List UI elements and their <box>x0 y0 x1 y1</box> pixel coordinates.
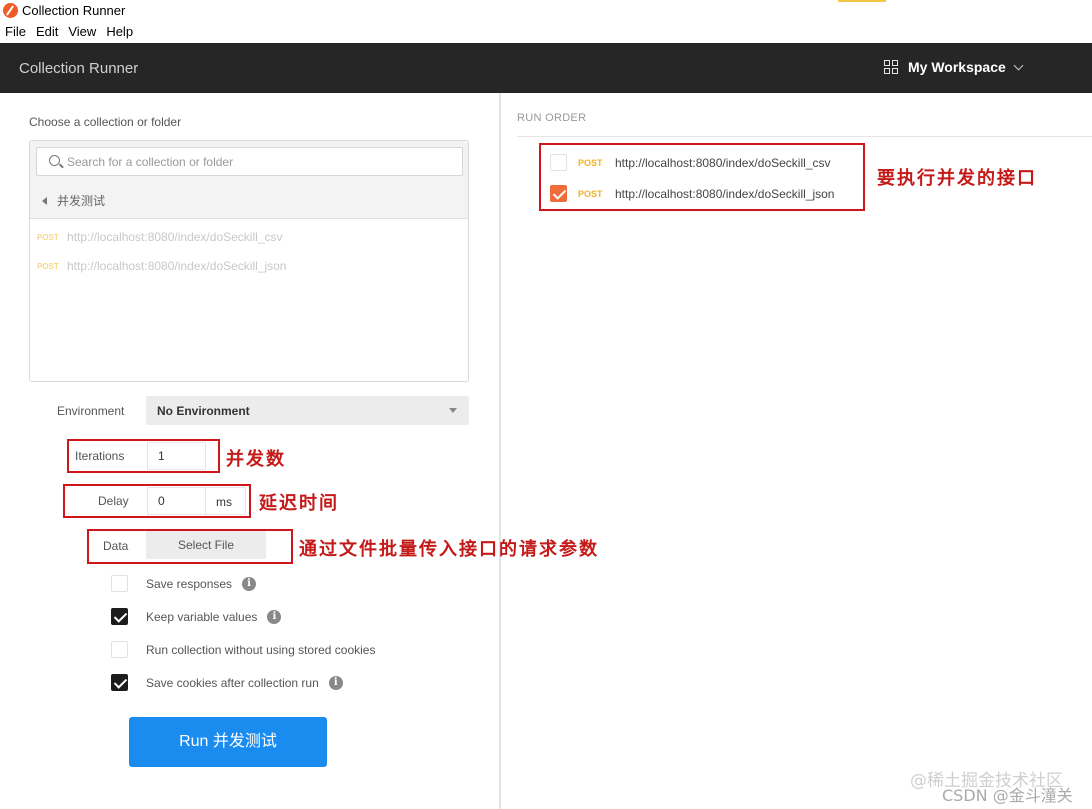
collection-search-input[interactable] <box>67 148 447 175</box>
checkbox-label: Run collection without using stored cook… <box>146 642 376 657</box>
menu-bar: File Edit View Help <box>0 24 138 42</box>
workspace-switcher[interactable]: My Workspace <box>884 59 1024 75</box>
menu-view[interactable]: View <box>68 24 96 42</box>
save-cookies-option: Save cookies after collection run i <box>111 674 343 691</box>
checkbox-label: Save cookies after collection run <box>146 675 319 690</box>
run-order-heading: RUN ORDER <box>517 112 587 124</box>
request-url: http://localhost:8080/index/doSeckill_js… <box>67 259 287 273</box>
caret-down-icon <box>449 408 457 413</box>
choose-collection-label: Choose a collection or folder <box>29 115 182 129</box>
data-highlight <box>87 529 293 564</box>
no-stored-cookies-checkbox[interactable] <box>111 641 128 658</box>
window-title: Collection Runner <box>22 3 126 18</box>
environment-label: Environment <box>57 404 125 418</box>
no-stored-cookies-option: Run collection without using stored cook… <box>111 641 375 658</box>
collection-picker-header: 并发测试 <box>30 141 468 219</box>
save-responses-option: Save responses i <box>111 575 257 592</box>
delay-highlight <box>63 484 251 518</box>
collection-search[interactable] <box>36 147 463 176</box>
request-item[interactable]: POST http://localhost:8080/index/doSecki… <box>37 259 286 273</box>
info-icon[interactable]: i <box>328 675 343 690</box>
request-item[interactable]: POST http://localhost:8080/index/doSecki… <box>37 230 282 244</box>
annotation-data: 通过文件批量传入接口的请求参数 <box>299 539 599 560</box>
app-header: Collection Runner My Workspace <box>0 43 1092 93</box>
iterations-highlight <box>67 439 220 473</box>
checkbox-label: Keep variable values <box>146 609 258 624</box>
caret-left-icon <box>42 196 47 205</box>
request-method: POST <box>37 261 59 271</box>
workspace-name: My Workspace <box>908 59 1006 75</box>
request-url: http://localhost:8080/index/doSeckill_cs… <box>67 230 283 244</box>
window-titlebar: Collection Runner <box>0 0 1092 22</box>
environment-value: No Environment <box>157 404 250 418</box>
run-order-highlight <box>539 143 865 211</box>
annotation-iterations: 并发数 <box>226 449 286 470</box>
collection-picker: 并发测试 POST http://localhost:8080/index/do… <box>29 140 469 382</box>
workspace-grid-icon <box>884 60 898 74</box>
info-icon[interactable]: i <box>242 576 257 591</box>
environment-select[interactable]: No Environment <box>146 396 469 425</box>
menu-help[interactable]: Help <box>106 24 133 42</box>
divider <box>517 136 1092 137</box>
postman-logo-icon <box>3 3 18 18</box>
annotation-run-order: 要执行并发的接口 <box>877 168 1037 189</box>
request-method: POST <box>37 232 59 242</box>
menu-edit[interactable]: Edit <box>36 24 58 42</box>
info-icon[interactable]: i <box>267 609 282 624</box>
keep-variable-values-checkbox[interactable] <box>111 608 128 625</box>
chevron-down-icon <box>1013 60 1024 70</box>
titlebar-accent <box>838 0 886 2</box>
menu-file[interactable]: File <box>5 24 26 42</box>
save-cookies-checkbox[interactable] <box>111 674 128 691</box>
folder-back-button[interactable]: 并发测试 <box>42 192 105 209</box>
annotation-delay: 延迟时间 <box>259 493 339 514</box>
save-responses-checkbox[interactable] <box>111 575 128 592</box>
page-title: Collection Runner <box>19 60 139 77</box>
checkbox-label: Save responses <box>146 576 233 591</box>
watermark: CSDN @金斗潼关 <box>942 786 1073 805</box>
keep-variable-values-option: Keep variable values i <box>111 608 282 625</box>
search-icon <box>49 155 60 166</box>
folder-name: 并发测试 <box>57 194 106 208</box>
run-collection-button[interactable]: Run 并发测试 <box>129 717 327 767</box>
